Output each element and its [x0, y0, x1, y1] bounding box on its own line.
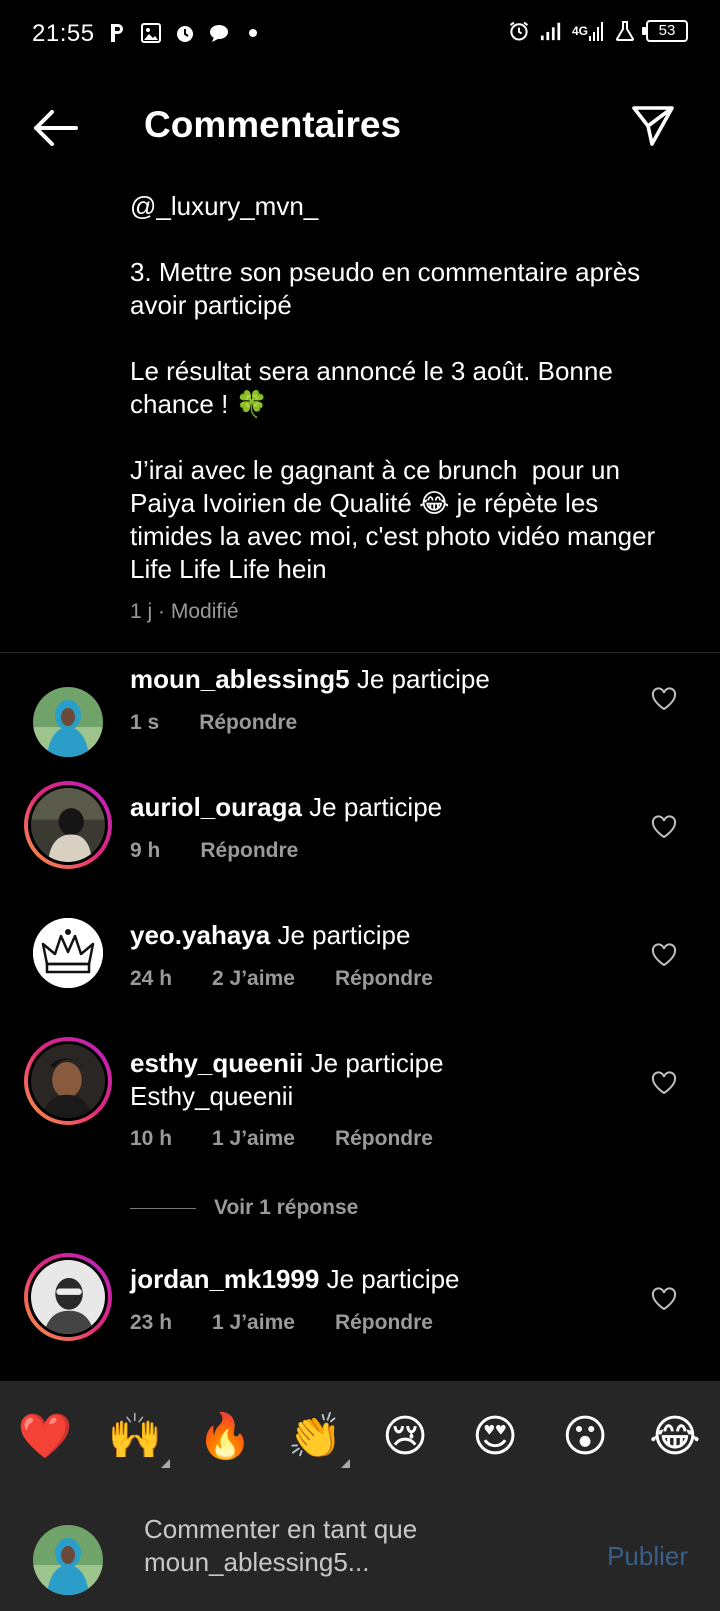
caption-edited: Modifié	[170, 600, 239, 623]
back-button[interactable]	[30, 108, 80, 148]
like-button[interactable]	[651, 815, 677, 839]
like-button[interactable]	[651, 1071, 677, 1095]
avatar[interactable]	[33, 687, 103, 757]
like-count[interactable]: 1 J’aime	[212, 1311, 295, 1335]
reply-button[interactable]: Répondre	[200, 839, 298, 863]
lab-flask-icon	[614, 20, 636, 42]
avatar[interactable]	[33, 918, 103, 988]
battery-level: 53	[658, 22, 676, 39]
comment-username[interactable]: yeo.yahaya	[130, 920, 270, 950]
comment-item: moun_ablessing5 Je participe 1 s Répondre	[0, 653, 720, 773]
comment-time: 1 s	[130, 711, 160, 734]
comment-text: Je participe	[277, 920, 411, 950]
avatar[interactable]	[24, 781, 112, 869]
post-caption: @_luxury_mvn_ 3. Mettre son pseudo en co…	[130, 172, 670, 647]
emoji-laughing-button[interactable]: 😂	[644, 1411, 706, 1462]
replies-line	[130, 1207, 196, 1209]
comment-username[interactable]: moun_ablessing5	[130, 664, 350, 694]
caption-paragraph: Le résultat sera annoncé le 3 août. Bonn…	[130, 356, 621, 419]
comment-username[interactable]: auriol_ouraga	[130, 792, 302, 822]
comment-item: esthy_queenii Je participe Esthy_queenii…	[0, 1037, 720, 1227]
comment-time: 9 h	[130, 839, 161, 862]
avatar	[33, 1525, 103, 1595]
comment-username[interactable]: esthy_queenii	[130, 1048, 303, 1078]
status-time: 21:55	[32, 20, 95, 47]
comment-item: auriol_ouraga Je participe 9 h Répondre	[0, 781, 720, 901]
heart-icon	[651, 1071, 677, 1095]
comment-item: yeo.yahaya Je participe 24 h 2 J’aime Répo…	[0, 909, 720, 1029]
emoji-fire-button[interactable]: 🔥	[194, 1410, 256, 1462]
like-button[interactable]	[651, 943, 677, 967]
reply-button[interactable]: Répondre	[335, 1311, 433, 1335]
comment-text: Je participe	[326, 1264, 460, 1294]
comment-input[interactable]: Commenter en tant que moun_ablessing5...	[144, 1513, 564, 1579]
battery-icon: 53	[642, 20, 688, 42]
caption-paragraph: J’irai avec le gagnant à ce brunch pour …	[130, 455, 663, 584]
heart-icon	[651, 1287, 677, 1311]
like-button[interactable]	[651, 1287, 677, 1311]
arrow-left-icon	[34, 110, 78, 146]
chat-bubble-icon	[208, 22, 230, 44]
publish-button[interactable]: Publier	[607, 1541, 688, 1572]
comment-time: 10 h	[130, 1127, 173, 1150]
emoji-heart-button[interactable]: ❤️	[14, 1410, 76, 1462]
emoji-reaction-bar: ❤️ 🙌 🔥 👏 😢 😍 😮 😂	[0, 1381, 720, 1491]
comment-time: 23 h	[130, 1311, 173, 1334]
heart-icon	[651, 815, 677, 839]
photo-icon	[140, 22, 162, 44]
avatar[interactable]	[24, 1253, 112, 1341]
caption-meta: 1 j · Modifié	[130, 600, 239, 623]
avatar[interactable]	[24, 1037, 112, 1125]
skin-tone-indicator	[161, 1459, 170, 1468]
caption-cut-line	[130, 172, 137, 189]
heart-icon	[651, 687, 677, 711]
heart-icon	[651, 943, 677, 967]
dot-icon	[242, 22, 264, 44]
signal-4g-icon: 4G	[572, 20, 604, 42]
alarm-icon	[174, 22, 196, 44]
comment-item: jordan_mk1999 Je participe 23 h 1 J’aime R…	[0, 1253, 720, 1373]
signal-icon	[540, 20, 562, 42]
comment-time: 24 h	[130, 967, 173, 990]
emoji-heart-eyes-button[interactable]: 😍	[464, 1411, 526, 1462]
caption-mention[interactable]: @_luxury_mvn_	[130, 191, 318, 221]
status-bar: 21:55 4G 53	[0, 0, 720, 72]
comment-text: Je participe	[309, 792, 443, 822]
like-button[interactable]	[651, 687, 677, 711]
caption-paragraph: 3. Mettre son pseudo en commentaire aprè…	[130, 257, 648, 320]
share-button[interactable]	[630, 102, 676, 148]
reply-button[interactable]: Répondre	[335, 967, 433, 991]
send-icon	[632, 106, 674, 146]
comment-composer: Commenter en tant que moun_ablessing5...…	[0, 1491, 720, 1611]
caption-text: @_luxury_mvn_ 3. Mettre son pseudo en co…	[130, 190, 670, 586]
like-count[interactable]: 1 J’aime	[212, 1127, 295, 1151]
header: Commentaires	[0, 86, 720, 168]
reply-button[interactable]: Répondre	[335, 1127, 433, 1151]
caption-time: 1 j	[130, 600, 153, 623]
page-title: Commentaires	[144, 104, 402, 145]
comment-text: Je participe	[356, 664, 490, 694]
emoji-raised-hands-button[interactable]: 🙌	[104, 1410, 170, 1468]
emoji-crying-button[interactable]: 😢	[374, 1411, 436, 1462]
view-replies-button[interactable]: Voir 1 réponse	[130, 1196, 358, 1220]
emoji-surprised-button[interactable]: 😮	[554, 1411, 616, 1462]
comment-username[interactable]: jordan_mk1999	[130, 1264, 319, 1294]
emoji-clap-button[interactable]: 👏	[284, 1410, 350, 1468]
view-replies-label: Voir 1 réponse	[214, 1196, 359, 1219]
like-count[interactable]: 2 J’aime	[212, 967, 295, 991]
parking-icon	[106, 22, 128, 44]
reply-button[interactable]: Répondre	[199, 711, 297, 735]
skin-tone-indicator	[341, 1459, 350, 1468]
alarm-icon	[508, 20, 530, 42]
comments-list[interactable]: moun_ablessing5 Je participe 1 s Répondre…	[0, 653, 720, 1380]
